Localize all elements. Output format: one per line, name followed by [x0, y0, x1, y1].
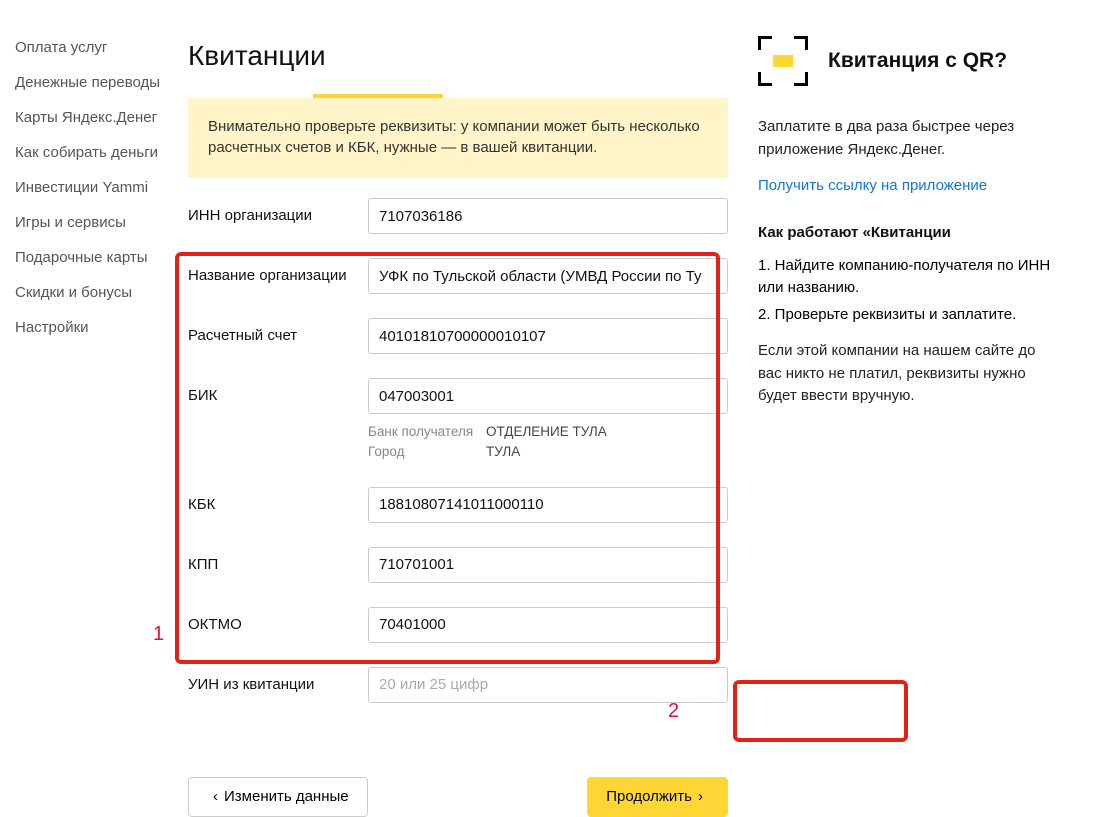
sidebar-item-invest[interactable]: Инвестиции Yammi — [15, 170, 183, 205]
back-button[interactable]: ‹ Изменить данные — [188, 777, 368, 817]
step-1: 1. Найдите компанию-получателя по ИНН ил… — [758, 255, 1058, 300]
step-2: 2. Проверьте реквизиты и заплатите. — [758, 304, 1058, 327]
sidebar: Оплата услуг Денежные переводы Карты Янд… — [15, 30, 183, 817]
input-kpp[interactable] — [368, 547, 728, 583]
city-value: ТУЛА — [486, 442, 607, 462]
right-note: Если этой компании на нашем сайте до вас… — [758, 340, 1058, 408]
sidebar-item-gift[interactable]: Подарочные карты — [15, 240, 183, 275]
page-title: Квитанции — [188, 40, 728, 72]
form: ИНН организации Название организации Рас… — [188, 178, 728, 747]
label-kpp: КПП — [188, 547, 368, 573]
annotation-marker-2: 2 — [668, 700, 679, 723]
sidebar-item-discounts[interactable]: Скидки и бонусы — [15, 275, 183, 310]
input-name[interactable] — [368, 258, 728, 294]
chevron-right-icon: › — [698, 788, 703, 805]
input-uin[interactable] — [368, 667, 728, 703]
input-bik[interactable] — [368, 378, 728, 414]
label-bik: БИК — [188, 378, 368, 404]
back-button-label: Изменить данные — [224, 788, 349, 805]
label-inn: ИНН организации — [188, 198, 368, 224]
bank-info: Банк получателя Город ОТДЕЛЕНИЕ ТУЛА ТУЛ… — [368, 422, 728, 463]
label-uin: УИН из квитанции — [188, 667, 368, 693]
input-inn[interactable] — [368, 198, 728, 234]
right-lead: Заплатите в два раза быстрее через прило… — [758, 116, 1058, 161]
label-kbk: КБК — [188, 487, 368, 513]
how-title: Как работают «Квитанции — [758, 224, 1058, 241]
continue-button[interactable]: Продолжить › — [587, 777, 728, 817]
chevron-left-icon: ‹ — [213, 788, 218, 805]
label-account: Расчетный счет — [188, 318, 368, 344]
input-account[interactable] — [368, 318, 728, 354]
qr-scan-icon — [758, 36, 808, 86]
continue-button-label: Продолжить — [606, 788, 692, 805]
city-label: Город — [368, 442, 486, 462]
bank-label: Банк получателя — [368, 422, 486, 442]
sidebar-item-games[interactable]: Игры и сервисы — [15, 205, 183, 240]
input-oktmo[interactable] — [368, 607, 728, 643]
sidebar-item-cards[interactable]: Карты Яндекс.Денег — [15, 100, 183, 135]
annotation-marker-1: 1 — [153, 623, 164, 646]
main: Квитанции Внимательно проверьте реквизит… — [183, 30, 728, 817]
sidebar-item-settings[interactable]: Настройки — [15, 310, 183, 345]
bank-value: ОТДЕЛЕНИЕ ТУЛА — [486, 422, 607, 442]
right-column: Квитанция с QR? Заплатите в два раза быс… — [728, 30, 1058, 817]
sidebar-item-payments[interactable]: Оплата услуг — [15, 30, 183, 65]
qr-title: Квитанция с QR? — [828, 49, 1007, 73]
app-link[interactable]: Получить ссылку на приложение — [758, 177, 987, 194]
input-kbk[interactable] — [368, 487, 728, 523]
label-oktmo: ОКТМО — [188, 607, 368, 633]
sidebar-item-transfers[interactable]: Денежные переводы — [15, 65, 183, 100]
label-name: Название организации — [188, 258, 368, 284]
warning-banner: Внимательно проверьте реквизиты: у компа… — [188, 98, 728, 178]
sidebar-item-collect[interactable]: Как собирать деньги — [15, 135, 183, 170]
